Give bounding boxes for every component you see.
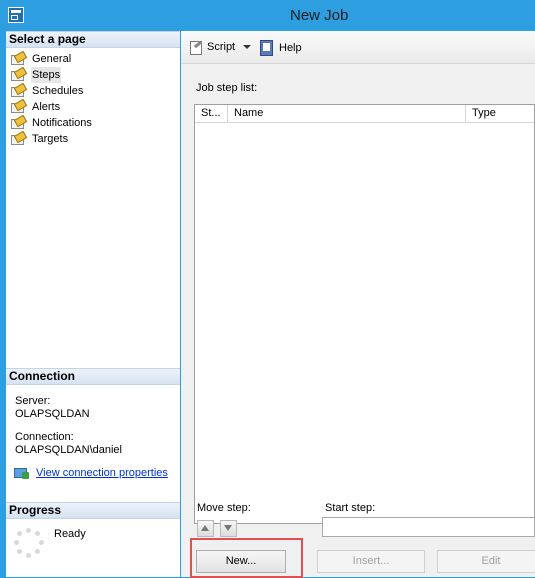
- title-bar: New Job: [0, 0, 535, 31]
- page-label: Steps: [31, 67, 62, 83]
- page-icon: [9, 117, 25, 130]
- connection-info: Connection: OLAPSQLDAN\daniel: [15, 431, 122, 457]
- page-item-alerts[interactable]: Alerts: [9, 99, 93, 115]
- page-icon: [9, 133, 25, 146]
- insert-step-button[interactable]: Insert...: [317, 550, 425, 573]
- page-list: General Steps Schedules Alerts Notificat…: [9, 51, 93, 147]
- help-label: Help: [279, 41, 302, 54]
- page-item-targets[interactable]: Targets: [9, 131, 93, 147]
- connection-label: Connection:: [15, 431, 74, 443]
- job-step-list-label: Job step list:: [196, 82, 258, 94]
- page-icon: [9, 53, 25, 66]
- window-title: New Job: [290, 7, 349, 24]
- help-button[interactable]: Help: [259, 40, 302, 56]
- server-label: Server:: [15, 395, 51, 407]
- progress-spinner-icon: [14, 528, 44, 558]
- start-step-select[interactable]: [322, 517, 535, 537]
- page-icon: [9, 69, 25, 82]
- grid-header: St... Name Type: [195, 105, 534, 123]
- server-value: OLAPSQLDAN: [15, 408, 90, 420]
- move-down-button[interactable]: [220, 520, 237, 537]
- left-panel: Select a page General Steps Schedules Al…: [6, 31, 180, 577]
- server-info: Server: OLAPSQLDAN: [15, 395, 90, 421]
- move-step-label: Move step:: [197, 502, 251, 514]
- select-page-header: Select a page: [6, 31, 180, 48]
- script-button[interactable]: Script: [189, 40, 252, 55]
- sql-window-icon[interactable]: [8, 7, 24, 23]
- main-panel: Script Help Job step list: St... Name Ty…: [181, 31, 535, 578]
- page-label: General: [32, 53, 72, 65]
- page-label: Schedules: [32, 85, 84, 97]
- help-icon: [259, 40, 274, 56]
- view-connection-link[interactable]: View connection properties: [36, 467, 168, 479]
- column-header-step[interactable]: St...: [195, 105, 228, 122]
- move-up-button[interactable]: [197, 520, 214, 537]
- connection-value: OLAPSQLDAN\daniel: [15, 444, 122, 456]
- start-step-label: Start step:: [325, 502, 376, 514]
- page-icon: [9, 101, 25, 114]
- progress-header: Progress: [6, 502, 180, 519]
- progress-status: Ready: [54, 528, 86, 540]
- script-icon: [189, 40, 203, 55]
- annotation-highlight-box: [190, 538, 303, 578]
- page-icon: [9, 85, 25, 98]
- connection-header: Connection: [6, 368, 180, 385]
- page-label: Targets: [32, 133, 69, 145]
- job-step-grid[interactable]: St... Name Type: [194, 104, 535, 524]
- edit-step-button[interactable]: Edit: [437, 550, 535, 573]
- page-item-general[interactable]: General: [9, 51, 93, 67]
- script-label: Script: [207, 41, 236, 53]
- column-header-name[interactable]: Name: [228, 105, 466, 122]
- page-item-steps[interactable]: Steps: [9, 67, 93, 83]
- chevron-down-icon[interactable]: [243, 45, 252, 49]
- view-connection-properties[interactable]: View connection properties: [14, 467, 168, 479]
- column-header-type[interactable]: Type: [466, 105, 534, 122]
- page-item-notifications[interactable]: Notifications: [9, 115, 93, 131]
- page-label: Notifications: [32, 117, 92, 129]
- page-label: Alerts: [32, 101, 61, 113]
- toolbar: Script Help: [181, 31, 535, 64]
- page-item-schedules[interactable]: Schedules: [9, 83, 93, 99]
- connection-properties-icon: [14, 467, 30, 479]
